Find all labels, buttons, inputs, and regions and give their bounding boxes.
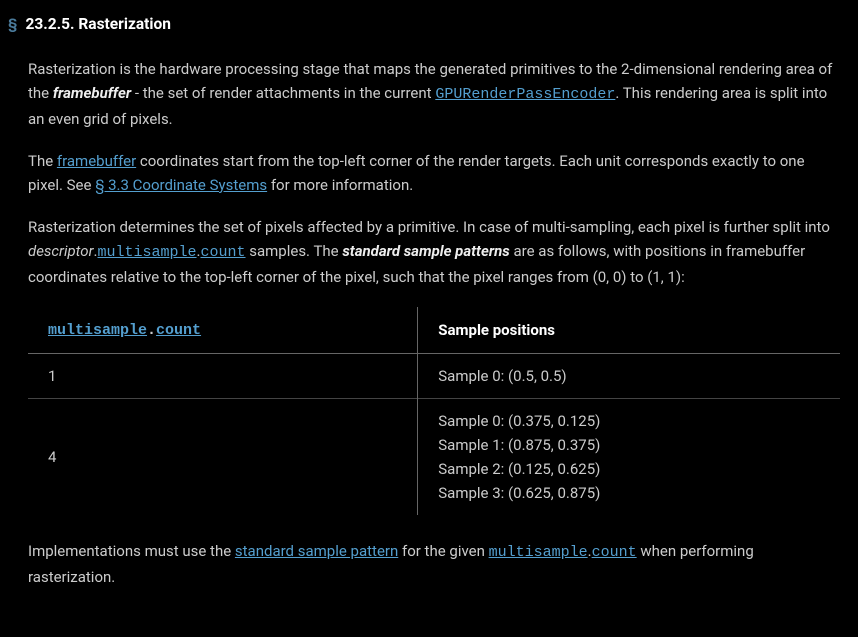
table-header-positions: Sample positions [418, 307, 840, 354]
link-count[interactable]: count [201, 244, 246, 261]
term-standard-sample-patterns: standard sample patterns [342, 242, 509, 260]
sample-patterns-table: multisample.count Sample positions 1 Sam… [28, 307, 840, 515]
link-standard-sample-pattern[interactable]: standard sample pattern [235, 542, 398, 560]
link-multisample[interactable]: multisample [98, 244, 197, 261]
section-content: Rasterization is the hardware processing… [8, 57, 840, 589]
heading-text: 23.2.5. Rasterization [25, 12, 170, 37]
cell-count-1: 1 [28, 353, 418, 398]
cell-count-4: 4 [28, 398, 418, 515]
link-multisample-p4[interactable]: multisample [489, 544, 588, 561]
term-framebuffer: framebuffer [53, 84, 131, 102]
link-multisample-header[interactable]: multisample [48, 322, 147, 339]
paragraph-4: Implementations must use the standard sa… [28, 539, 840, 589]
link-count-header[interactable]: count [156, 322, 201, 339]
link-gpurenderpassencoder[interactable]: GPURenderPassEncoder [435, 86, 615, 103]
table-header-row: multisample.count Sample positions [28, 307, 840, 354]
table-row: 1 Sample 0: (0.5, 0.5) [28, 353, 840, 398]
cell-samples-1: Sample 0: (0.5, 0.5) [418, 353, 840, 398]
link-coordinate-systems[interactable]: § 3.3 Coordinate Systems [95, 176, 267, 194]
link-count-p4[interactable]: count [592, 544, 637, 561]
cell-samples-4: Sample 0: (0.375, 0.125) Sample 1: (0.87… [418, 398, 840, 515]
link-framebuffer[interactable]: framebuffer [57, 152, 136, 170]
section-heading: § 23.2.5. Rasterization [8, 12, 840, 37]
paragraph-1: Rasterization is the hardware processing… [28, 57, 840, 131]
table-row: 4 Sample 0: (0.375, 0.125) Sample 1: (0.… [28, 398, 840, 515]
var-descriptor: descriptor [28, 242, 94, 260]
paragraph-2: The framebuffer coordinates start from t… [28, 149, 840, 197]
table-header-count: multisample.count [28, 307, 418, 354]
paragraph-3: Rasterization determines the set of pixe… [28, 215, 840, 289]
section-anchor-icon[interactable]: § [8, 12, 17, 36]
